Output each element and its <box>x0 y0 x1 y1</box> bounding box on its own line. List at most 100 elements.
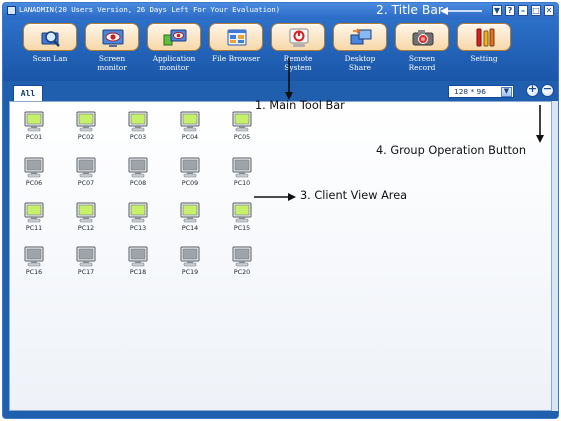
monitor-icon <box>24 157 44 178</box>
view-size-value: 128 * 96 <box>454 87 486 96</box>
group-tab-bar: All 128 * 96 ▼ + − <box>3 81 558 101</box>
client-pc[interactable]: PC06 <box>14 157 54 189</box>
client-pc[interactable]: PC07 <box>66 157 106 189</box>
monitor-icon <box>128 246 148 267</box>
annotation-main-tool-bar: 1. Main Tool Bar <box>255 99 345 112</box>
annotation-group-operation: 4. Group Operation Button <box>376 144 527 157</box>
arrow-down-icon <box>536 105 544 143</box>
minus-icon: − <box>542 82 553 95</box>
status-bar <box>3 411 558 418</box>
minimize-button[interactable]: – <box>518 5 528 16</box>
help-icon: ? <box>507 6 513 15</box>
desktop-share-button[interactable]: Desktop Share <box>329 23 391 81</box>
monitor-icon <box>76 246 96 267</box>
screen-monitor-button[interactable]: Screen monitor <box>81 23 143 81</box>
camera-icon <box>395 23 449 51</box>
plus-icon: + <box>527 82 538 95</box>
app-monitor-icon <box>147 23 201 51</box>
client-pc[interactable]: PC17 <box>66 246 106 278</box>
application-monitor-button[interactable]: Application monitor <box>143 23 205 81</box>
monitor-icon <box>180 246 200 267</box>
client-pc[interactable]: PC02 <box>66 111 106 143</box>
remote-system-button[interactable]: Remote System <box>267 23 329 81</box>
client-pc[interactable]: PC11 <box>14 202 54 234</box>
client-name: PC04 <box>181 134 199 141</box>
screen-record-button[interactable]: Screen Record <box>391 23 453 81</box>
chevron-down-icon[interactable]: ▼ <box>501 87 512 97</box>
tools-icon <box>457 23 511 51</box>
client-pc[interactable]: PC20 <box>222 246 262 278</box>
desktop-share-icon <box>333 23 387 51</box>
client-pc[interactable]: PC18 <box>118 246 158 278</box>
vertical-scrollbar[interactable] <box>552 101 558 411</box>
client-pc[interactable]: PC09 <box>170 157 210 189</box>
monitor-icon <box>24 246 44 267</box>
scan-lan-button[interactable]: Scan Lan <box>19 23 81 81</box>
client-name: PC14 <box>181 225 199 232</box>
monitor-icon <box>232 246 252 267</box>
client-name: PC05 <box>233 134 251 141</box>
monitor-icon <box>24 202 44 223</box>
monitor-icon <box>76 202 96 223</box>
monitor-icon <box>76 111 96 132</box>
client-name: PC06 <box>25 180 43 187</box>
client-name: PC03 <box>129 134 147 141</box>
client-pc[interactable]: PC03 <box>118 111 158 143</box>
monitor-icon <box>180 157 200 178</box>
monitor-icon <box>24 111 44 132</box>
desktop-share-label: Desktop Share <box>344 54 376 72</box>
client-name: PC18 <box>129 269 147 276</box>
client-name: PC08 <box>129 180 147 187</box>
client-name: PC17 <box>77 269 95 276</box>
client-pc[interactable]: PC13 <box>118 202 158 234</box>
client-name: PC20 <box>233 269 251 276</box>
client-name: PC09 <box>181 180 199 187</box>
remove-group-button[interactable]: − <box>541 82 554 97</box>
monitor-icon <box>232 202 252 223</box>
close-button[interactable]: ✕ <box>544 5 554 16</box>
screen-monitor-label: Screen monitor <box>97 54 127 72</box>
client-pc[interactable]: PC16 <box>14 246 54 278</box>
client-pc[interactable]: PC19 <box>170 246 210 278</box>
monitor-icon <box>180 202 200 223</box>
app-icon <box>7 6 16 15</box>
client-name: PC01 <box>25 134 43 141</box>
lanadmin-window: LANADMIN(20 Users Version, 26 Days Left … <box>2 2 559 419</box>
client-pc[interactable]: PC04 <box>170 111 210 143</box>
view-size-select[interactable]: 128 * 96 ▼ <box>448 85 514 98</box>
monitor-icon <box>232 157 252 178</box>
setting-button[interactable]: Setting <box>453 23 515 81</box>
client-name: PC13 <box>129 225 147 232</box>
setting-label: Setting <box>470 54 498 63</box>
client-name: PC15 <box>233 225 251 232</box>
client-pc[interactable]: PC01 <box>14 111 54 143</box>
help-button[interactable]: ? <box>505 5 515 16</box>
menu-dropdown-button[interactable]: ▼ <box>492 5 502 16</box>
remote-system-label: Remote System <box>283 54 313 72</box>
maximize-icon: □ <box>532 6 540 15</box>
maximize-button[interactable]: □ <box>531 5 541 16</box>
client-pc[interactable]: PC05 <box>222 111 262 143</box>
client-name: PC10 <box>233 180 251 187</box>
arrow-down-icon <box>285 58 293 100</box>
client-pc[interactable]: PC14 <box>170 202 210 234</box>
client-name: PC07 <box>77 180 95 187</box>
arrow-right-icon <box>254 193 296 201</box>
add-group-button[interactable]: + <box>526 82 539 97</box>
scan-lan-label: Scan Lan <box>32 54 68 63</box>
monitor-icon <box>232 111 252 132</box>
menu-dropdown-icon: ▼ <box>493 6 501 15</box>
file-browser-button[interactable]: File Browser <box>205 23 267 81</box>
magnifier-icon <box>23 23 77 51</box>
tab-all[interactable]: All <box>13 85 43 101</box>
monitor-icon <box>128 111 148 132</box>
client-pc[interactable]: PC15 <box>222 202 262 234</box>
file-browser-label: File Browser <box>211 54 261 63</box>
monitor-icon <box>128 202 148 223</box>
client-pc[interactable]: PC08 <box>118 157 158 189</box>
client-pc[interactable]: PC12 <box>66 202 106 234</box>
annotation-title-bar: 2. Title Bar <box>376 3 443 17</box>
client-pc[interactable]: PC10 <box>222 157 262 189</box>
screen-record-label: Screen Record <box>408 54 436 72</box>
monitor-icon <box>76 157 96 178</box>
